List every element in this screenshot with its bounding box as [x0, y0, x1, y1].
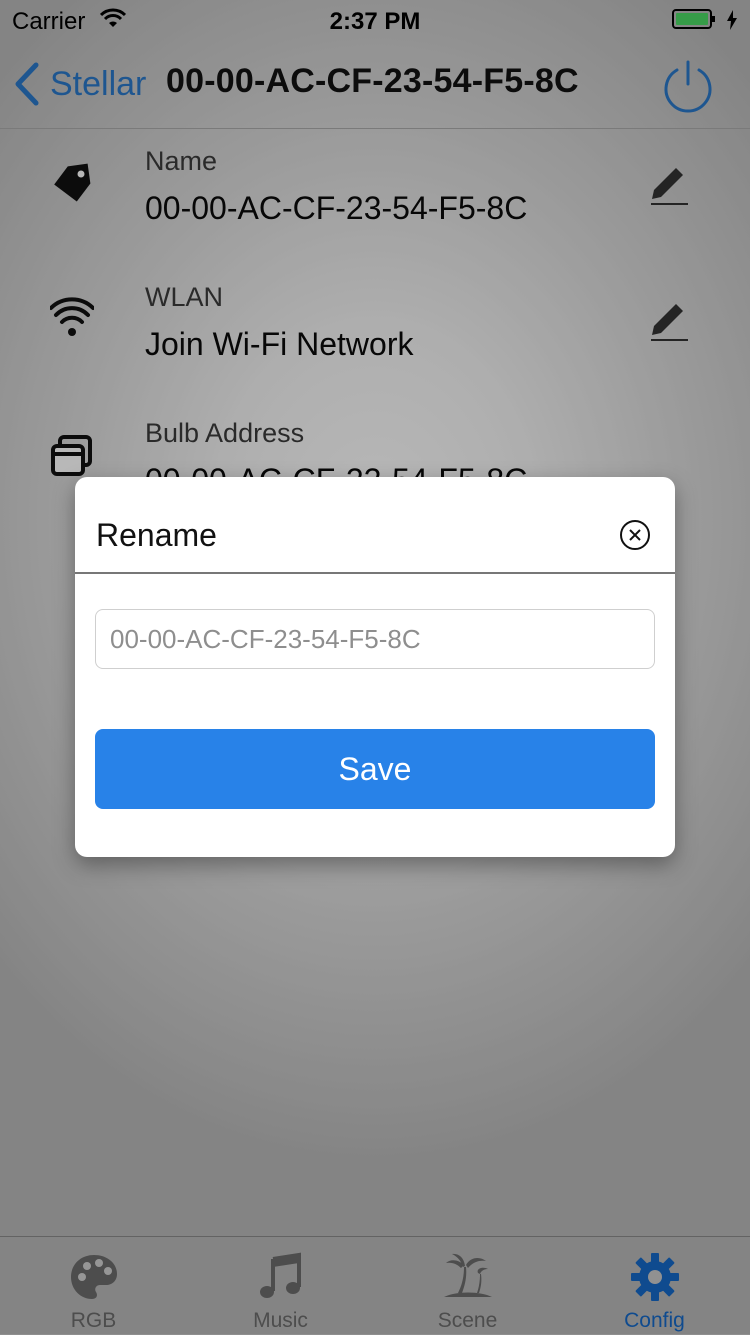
rename-input[interactable] — [95, 609, 655, 669]
save-button[interactable]: Save — [95, 729, 655, 809]
rename-dialog: Rename Save — [75, 477, 675, 857]
close-circle-icon[interactable] — [619, 519, 651, 551]
dialog-title: Rename — [96, 517, 217, 553]
dialog-divider — [75, 572, 675, 574]
